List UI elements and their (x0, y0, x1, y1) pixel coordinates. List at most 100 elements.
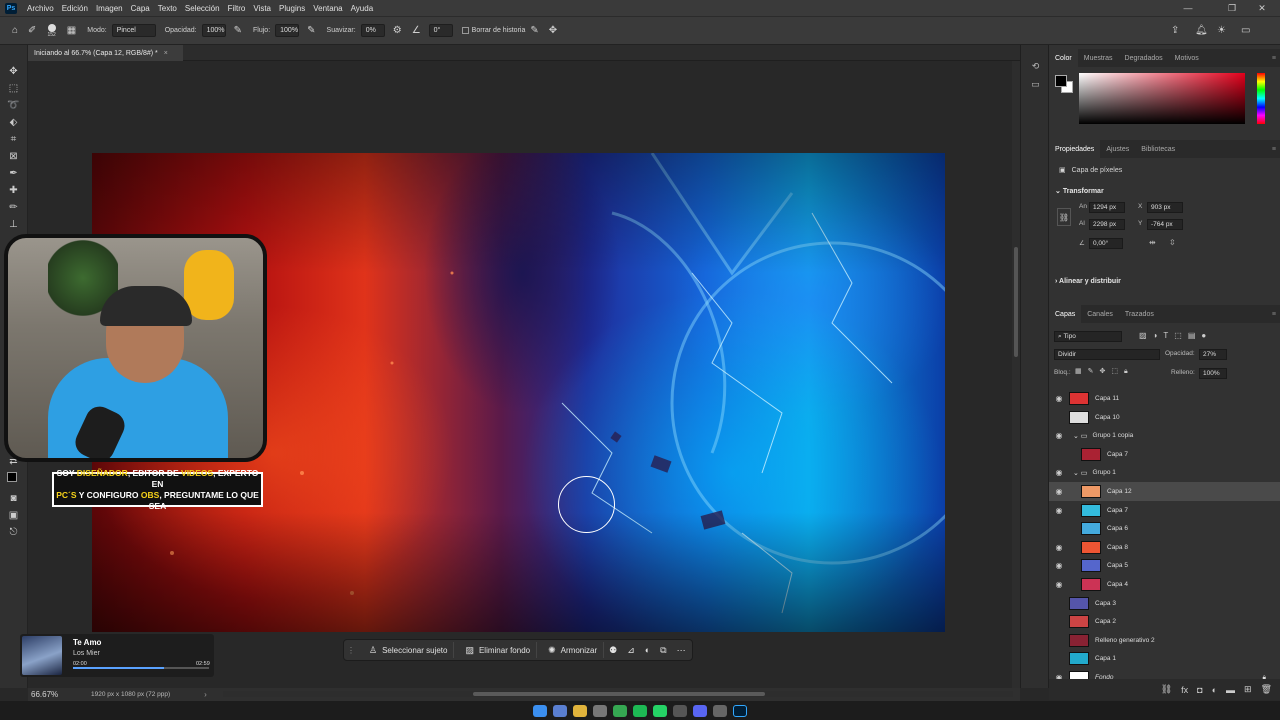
close-icon[interactable]: ✕ (1244, 0, 1280, 16)
pressure-size-icon[interactable]: ✎ (530, 25, 538, 36)
layer-row[interactable]: ◉ Capa 8 (1049, 538, 1280, 557)
menu-edicion[interactable]: Edición (58, 4, 92, 13)
new-group-icon[interactable]: ▬ (1226, 685, 1235, 695)
move-tool-icon[interactable]: ✥ (5, 63, 23, 80)
screen-mode-icon[interactable]: ▣ (5, 507, 23, 524)
more-options-icon[interactable]: ⋯ (677, 645, 686, 656)
transform-section-title[interactable]: ⌄ Transformar (1055, 187, 1104, 195)
layer-row[interactable]: ◉ ⌄ ▭ Grupo 1 (1049, 463, 1280, 482)
menu-imagen[interactable]: Imagen (92, 4, 127, 13)
document-tab[interactable]: Iniciando al 66.7% (Capa 12, RGB/8#) * × (28, 45, 183, 61)
lasso-tool-icon[interactable]: ➰ (5, 97, 23, 114)
y-input[interactable]: -764 px (1147, 219, 1183, 230)
tab-patterns[interactable]: Motivos (1169, 49, 1205, 67)
status-menu-icon[interactable]: › (204, 690, 207, 699)
folder-icon[interactable]: ⌄ ▭ (1073, 432, 1087, 440)
crop-tool-icon[interactable]: ⌗ (5, 131, 23, 148)
x-input[interactable]: 903 px (1147, 202, 1183, 213)
eyedropper-icon[interactable]: ✒ (5, 165, 23, 182)
start-icon[interactable] (533, 704, 547, 717)
obs-icon[interactable] (673, 704, 687, 717)
menu-vista[interactable]: Vista (249, 4, 275, 13)
menu-filtro[interactable]: Filtro (224, 4, 250, 13)
minimize-icon[interactable]: — (1170, 0, 1206, 16)
color-picker-field[interactable] (1079, 73, 1245, 124)
lock-icons[interactable]: ▦✎✥⬚🔒︎ (1075, 367, 1134, 376)
layer-row[interactable]: Capa 10 (1049, 408, 1280, 427)
adjustment-icon[interactable]: ◐ (645, 645, 650, 655)
link-layers-icon[interactable]: ⛓ (1161, 684, 1172, 695)
menu-texto[interactable]: Texto (154, 4, 181, 13)
panel-menu-icon[interactable]: ≡ (1272, 55, 1276, 62)
layer-row[interactable]: ◉ ⌄ ▭ Grupo 1 copia (1049, 426, 1280, 445)
history-icon[interactable]: ⟲ (1021, 57, 1050, 75)
smoothing-options-icon[interactable]: ⚙ (393, 25, 402, 36)
explorer-icon[interactable] (553, 704, 567, 717)
tab-color[interactable]: Color (1049, 49, 1078, 67)
folder-icon[interactable]: ⌄ ▭ (1073, 469, 1087, 477)
eye-icon[interactable]: ◉ (1049, 468, 1069, 477)
photoshop-taskbar-icon[interactable] (733, 704, 747, 717)
eye-icon[interactable]: ◉ (1049, 431, 1069, 440)
layer-row[interactable]: ◉ Capa 5 (1049, 556, 1280, 575)
quick-mask-icon[interactable]: ◙ (5, 490, 23, 507)
hue-slider[interactable] (1257, 73, 1265, 124)
eye-icon[interactable]: ◉ (1049, 487, 1069, 496)
mode-select[interactable]: Pincel (111, 24, 156, 37)
pressure-opacity-icon[interactable]: ✎ (234, 25, 242, 36)
add-mask-icon[interactable]: ◘ (1197, 685, 1202, 695)
marquee-tool-icon[interactable]: ⬚ (5, 80, 23, 97)
eye-icon[interactable]: ◉ (1049, 561, 1069, 570)
tab-layers[interactable]: Capas (1049, 305, 1082, 323)
folder-icon[interactable] (573, 704, 587, 717)
mask-icon[interactable]: ⚉ (609, 645, 617, 656)
horizontal-scrollbar[interactable] (223, 691, 1013, 697)
blend-mode-select[interactable]: Dividir (1054, 349, 1160, 360)
settings-icon[interactable] (593, 704, 607, 717)
new-layer-icon[interactable]: ⊞ (1244, 684, 1252, 695)
content-credentials-icon[interactable]: ⎋ (5, 524, 23, 541)
eye-icon[interactable]: ◉ (1049, 506, 1069, 515)
tab-paths[interactable]: Trazados (1119, 305, 1160, 323)
erase-history-checkbox[interactable] (461, 27, 469, 34)
align-section-title[interactable]: › Alinear y distribuir (1055, 278, 1121, 285)
layer-row[interactable]: ◉ Capa 4 (1049, 575, 1280, 594)
link-icon[interactable]: ⛓ (1057, 208, 1071, 226)
menu-archivo[interactable]: Archivo (23, 4, 58, 13)
remove-background-button[interactable]: ▨ Eliminar fondo (454, 642, 538, 658)
transform-icon[interactable]: ⊿ (627, 645, 635, 656)
foreground-color[interactable] (6, 472, 17, 482)
object-selection-icon[interactable]: ⬖ (5, 114, 23, 131)
color-swatches[interactable] (5, 470, 23, 490)
color-foreground-swatch[interactable] (1055, 75, 1067, 87)
flow-input[interactable]: 100% (275, 24, 300, 37)
eye-icon[interactable]: ◉ (1049, 543, 1069, 552)
panel-menu-icon[interactable]: ≡ (1272, 146, 1276, 153)
airbrush-icon[interactable]: ✎ (307, 25, 315, 36)
menu-ayuda[interactable]: Ayuda (347, 4, 378, 13)
chrome-icon[interactable] (613, 704, 627, 717)
layer-style-icon[interactable]: ⧉ (660, 645, 666, 656)
layer-opacity-input[interactable]: 27% (1199, 349, 1227, 360)
delete-layer-icon[interactable]: 🗑︎ (1261, 684, 1272, 695)
angle-input[interactable]: 0° (428, 24, 453, 37)
layer-row[interactable]: Capa 2 (1049, 612, 1280, 631)
document-info[interactable]: 1920 px x 1080 px (72 ppp) (91, 691, 170, 698)
smooth-input[interactable]: 0% (360, 24, 385, 37)
layer-row[interactable]: Capa 3 (1049, 594, 1280, 613)
comments-icon[interactable]: ▭ (1021, 75, 1050, 93)
notifications-icon[interactable]: 🔔︎ (1195, 25, 1208, 36)
app-icon[interactable] (713, 704, 727, 717)
layer-row[interactable]: ◉ Capa 11 (1049, 389, 1280, 408)
select-subject-button[interactable]: ♙ Seleccionar sujeto (358, 642, 455, 658)
frame-tool-icon[interactable]: ⊠ (5, 148, 23, 165)
height-input[interactable]: 2298 px (1089, 219, 1125, 230)
close-tab-icon[interactable]: × (164, 50, 168, 57)
opacity-input[interactable]: 100% (201, 24, 226, 37)
brush-settings-icon[interactable]: ▦ (67, 25, 76, 36)
tab-properties[interactable]: Propiedades (1049, 140, 1101, 158)
tab-swatches[interactable]: Muestras (1078, 49, 1119, 67)
tab-channels[interactable]: Canales (1081, 305, 1119, 323)
menu-seleccion[interactable]: Selección (181, 4, 224, 13)
width-input[interactable]: 1294 px (1089, 202, 1125, 213)
